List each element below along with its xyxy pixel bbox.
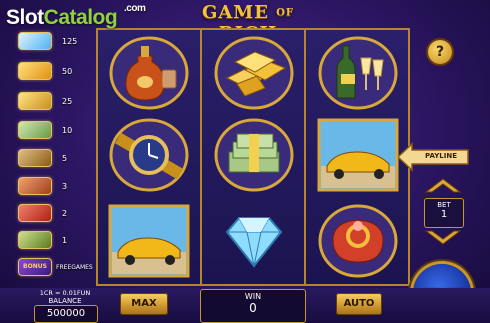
car-icon [108, 204, 190, 278]
paytable-row: 50 [14, 60, 94, 82]
watermark-dotcom: .com [124, 3, 146, 14]
win-value: 0 [249, 301, 257, 315]
car-icon [18, 62, 52, 80]
paytable-value: 50 [62, 66, 73, 76]
paytable-row: 1 [14, 229, 94, 251]
paytable-row: 25 [14, 90, 94, 112]
bet-value: 1 [440, 209, 448, 220]
balance-label: BALANCE [48, 297, 82, 305]
reel-divider [304, 30, 306, 284]
paytable-value: 1 [62, 235, 68, 245]
watch-icon [109, 118, 189, 192]
paytable-row: 3 [14, 175, 94, 197]
car-icon [317, 118, 399, 192]
logo-game: GAME [201, 2, 269, 23]
bet-increase-chevron-icon[interactable] [424, 176, 462, 194]
max-bet-button[interactable]: MAX [120, 293, 168, 315]
paytable-row: 2 [14, 202, 94, 224]
reel-divider [200, 30, 202, 284]
watch-icon [18, 149, 52, 167]
bet-label: BET [437, 201, 451, 209]
champagne-icon [318, 36, 398, 110]
reel-3-car [312, 116, 404, 194]
champagne-icon [18, 231, 52, 249]
paytable-value: 2 [62, 208, 68, 218]
ring-icon [18, 204, 52, 222]
gold-bars-icon [214, 36, 294, 110]
reel-3-champagne [312, 34, 404, 112]
reel-1-car [103, 202, 195, 280]
payline-label: PAYLINE [425, 152, 458, 160]
reel-3-ring [312, 202, 404, 280]
cognac-icon [109, 36, 189, 110]
watermark-slot: Slot [6, 6, 44, 29]
win-display: WIN 0 [200, 289, 306, 323]
bonus-freegames-label: FREEGAMES [56, 263, 93, 271]
money-stack-icon [214, 118, 294, 192]
game-logo: GAME OF RICH [178, 2, 318, 44]
bonus-icon: BONUS [18, 258, 52, 276]
paytable-value: 5 [62, 153, 68, 163]
paytable-row: 5 [14, 147, 94, 169]
paytable-value: 25 [62, 96, 73, 106]
reel-2-gold-bars [208, 34, 300, 112]
watermark-catalog: Catalog [43, 6, 118, 29]
reel-2-diamond [208, 202, 300, 280]
reel-2-money-stack [208, 116, 300, 194]
gold-bars-icon [18, 92, 52, 110]
paytable-row: 125 [14, 30, 94, 52]
paytable-bonus-row: BONUS FREEGAMES [14, 256, 94, 278]
bet-decrease-chevron-icon[interactable] [424, 229, 462, 247]
paytable-value: 3 [62, 181, 68, 191]
diamond-icon [18, 32, 52, 50]
balance-value: 500000 [34, 305, 98, 323]
help-button[interactable]: ? [428, 40, 452, 64]
money-stack-icon [18, 121, 52, 139]
paytable-value: 10 [62, 125, 73, 135]
slotcatalog-watermark: SlotCatalog .com [6, 3, 146, 30]
reels-area [96, 28, 410, 286]
reel-1-watch [103, 116, 195, 194]
cognac-icon [18, 177, 52, 195]
logo-of: OF [276, 7, 295, 19]
win-label: WIN [244, 292, 262, 301]
autoplay-button[interactable]: AUTO [336, 293, 382, 315]
paytable-row: 10 [14, 119, 94, 141]
reel-1-cognac [103, 34, 195, 112]
bet-display: BET 1 [424, 198, 464, 228]
paytable-value: 125 [62, 36, 78, 46]
credit-rate: 1CR = 0.01FUN [39, 289, 91, 297]
ring-icon [318, 204, 398, 278]
diamond-icon [225, 216, 283, 268]
paytable: 125 50 25 10 5 3 2 1 BONUS FREEGAMES [14, 30, 94, 280]
